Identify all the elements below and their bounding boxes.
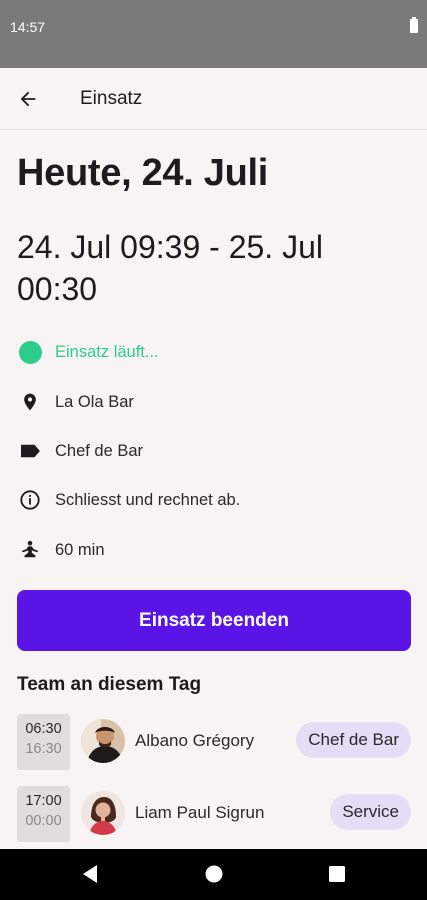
team-section-title: Team an diesem Tag [17,674,202,695]
team-member-row[interactable]: 17:00 00:00 Liam Paul Sigrun Service [17,786,411,844]
shift-times: 06:30 16:30 [17,714,70,770]
app-bar: Einsatz [0,68,427,130]
app-bar-title: Einsatz [80,88,143,109]
status-text: Einsatz läuft... [55,342,159,361]
location-pin-icon [17,389,43,415]
nav-recents-icon[interactable] [326,863,348,885]
nav-back-icon[interactable] [79,863,101,885]
location-text: La Ola Bar [55,392,134,411]
note-text: Schliesst und rechnet ab. [55,490,241,509]
location-row: La Ola Bar [17,388,134,416]
break-text: 60 min [55,540,105,559]
status-row: Einsatz läuft... [17,338,159,366]
status-bar: 14:57 [0,0,427,68]
member-name: Liam Paul Sigrun [135,803,265,822]
nav-home-icon[interactable] [203,863,225,885]
back-arrow-icon[interactable] [14,85,42,113]
shift-start: 17:00 [25,793,62,809]
page-title: Heute, 24. Juli [17,152,269,194]
end-assignment-button[interactable]: Einsatz beenden [17,590,411,651]
shift-end: 00:00 [25,813,62,829]
label-tag-icon [17,438,43,464]
avatar [81,719,125,763]
role-chip: Service [330,794,411,830]
shift-end: 16:30 [25,741,62,757]
member-name: Albano Grégory [135,731,255,750]
shift-start: 06:30 [25,721,62,737]
break-row: 60 min [17,536,105,564]
status-dot-icon [17,339,43,365]
team-member-row[interactable]: 06:30 16:30 Albano Grégory Chef de Bar [17,714,411,772]
role-row: Chef de Bar [17,437,143,465]
shift-times: 17:00 00:00 [17,786,70,842]
note-row: Schliesst und rechnet ab. [17,486,240,514]
system-navigation-bar [0,849,427,900]
info-icon [17,487,43,513]
meditation-break-icon [17,537,43,563]
avatar [81,791,125,835]
role-text: Chef de Bar [55,441,144,460]
status-time: 14:57 [10,19,46,35]
time-range: 24. Jul 09:39 - 25. Jul 00:30 [17,229,323,307]
battery-icon [410,17,418,33]
role-chip: Chef de Bar [296,722,411,758]
